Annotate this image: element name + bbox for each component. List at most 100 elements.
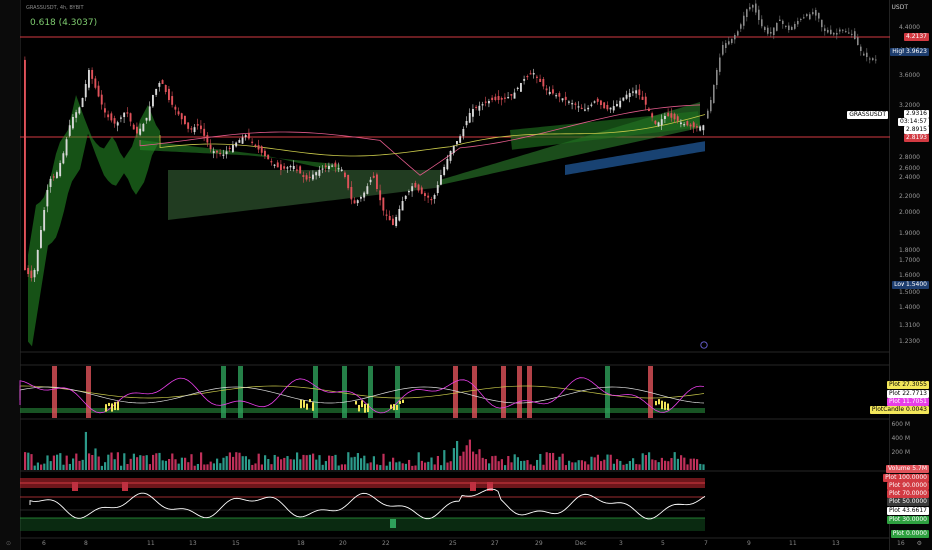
volume-bar [449, 461, 452, 470]
volume-bar [59, 453, 62, 470]
candle [606, 104, 609, 110]
candle [62, 153, 65, 164]
volume-bar [206, 464, 209, 470]
volume-bar [392, 457, 395, 470]
volume-bar [49, 461, 52, 470]
volume-bar [632, 458, 635, 470]
volume-bar [292, 459, 295, 470]
volume-bar [452, 448, 455, 470]
candle [56, 172, 58, 178]
candle [289, 166, 292, 168]
candle [532, 73, 535, 75]
vol-tick-2: 400 M [891, 435, 910, 442]
projected-candle [809, 14, 811, 20]
candle [344, 172, 346, 177]
volume-bar [552, 452, 555, 470]
candle [315, 172, 318, 176]
candle [100, 94, 103, 105]
projected-candle [830, 29, 832, 34]
candle [660, 119, 663, 126]
projected-candle [860, 46, 862, 51]
candle [596, 98, 599, 102]
price-line-1: 2.8915 [904, 126, 929, 134]
volume-bar [116, 452, 119, 470]
volume-bar [321, 464, 324, 470]
volume-bar [513, 454, 516, 470]
volume-bar [398, 461, 401, 470]
projected-candle [764, 27, 766, 30]
volume-bar [536, 459, 539, 470]
volume-bar [97, 456, 100, 470]
projected-candle [716, 70, 718, 86]
candle [648, 108, 650, 111]
candle [347, 174, 350, 189]
gear-icon[interactable]: ⚙ [917, 541, 922, 547]
volume-bar [673, 452, 676, 470]
volume-bar [187, 462, 190, 470]
volume-bar [596, 454, 599, 470]
volume-bar [100, 465, 103, 470]
candle [488, 101, 490, 104]
projected-candle [806, 14, 808, 16]
candle [593, 101, 596, 103]
volume-bar [635, 464, 638, 470]
projected-candle [761, 19, 763, 27]
volume-bar [161, 460, 164, 470]
volume-bar [676, 458, 679, 470]
candle [196, 124, 199, 126]
osc-label-1: Plot 27.3055 [886, 381, 929, 389]
volume-bar [516, 457, 519, 470]
projected-candle [758, 9, 760, 20]
candle [24, 59, 26, 270]
volume-bar [481, 457, 484, 470]
chart-canvas[interactable] [0, 0, 932, 550]
candle [689, 124, 692, 127]
volume-bar [257, 453, 260, 470]
settings-dot-icon[interactable]: ⊙ [6, 541, 11, 547]
candle [110, 113, 113, 121]
volume-bar [81, 459, 84, 470]
volume-bar [561, 453, 564, 470]
volume-bar [664, 460, 667, 470]
candle [411, 186, 414, 192]
volume-bar [267, 459, 270, 470]
volume-bar [622, 464, 625, 470]
candle [324, 165, 327, 168]
candle [609, 107, 612, 110]
volume-bar [180, 457, 183, 470]
volume-bar [686, 464, 689, 470]
price-tick: 2.4000 [899, 174, 920, 181]
candle [171, 96, 174, 105]
volume-bar [142, 455, 145, 470]
price-tick: 1.4000 [899, 304, 920, 311]
candle [622, 97, 625, 101]
osc-candle-bar [306, 403, 308, 410]
osc-signal-bar [501, 366, 506, 418]
projected-candle [800, 19, 802, 20]
volume-bar [113, 459, 116, 470]
projected-candle [821, 19, 823, 28]
volume-bar [289, 459, 292, 470]
volume-bar [436, 455, 439, 470]
projected-candle [797, 21, 799, 25]
candle [587, 107, 590, 110]
volume-bar [414, 465, 417, 470]
volume-bar [203, 464, 206, 470]
candle [379, 190, 382, 201]
osc-candle-bar [303, 400, 305, 408]
candle [216, 150, 218, 153]
price-tick: 1.8000 [899, 247, 920, 254]
price-tick: 3.2000 [899, 102, 920, 109]
candle [446, 159, 449, 170]
candle [49, 178, 52, 187]
volume-bar [264, 455, 267, 470]
projected-candle [836, 33, 838, 35]
candle [395, 217, 398, 227]
osc-signal-bar [238, 366, 243, 418]
candle [142, 123, 145, 132]
osc-signal-bar [221, 366, 226, 418]
candle [456, 141, 458, 145]
volume-bar [273, 454, 276, 470]
candle [667, 112, 670, 117]
volume-bar [251, 464, 254, 470]
